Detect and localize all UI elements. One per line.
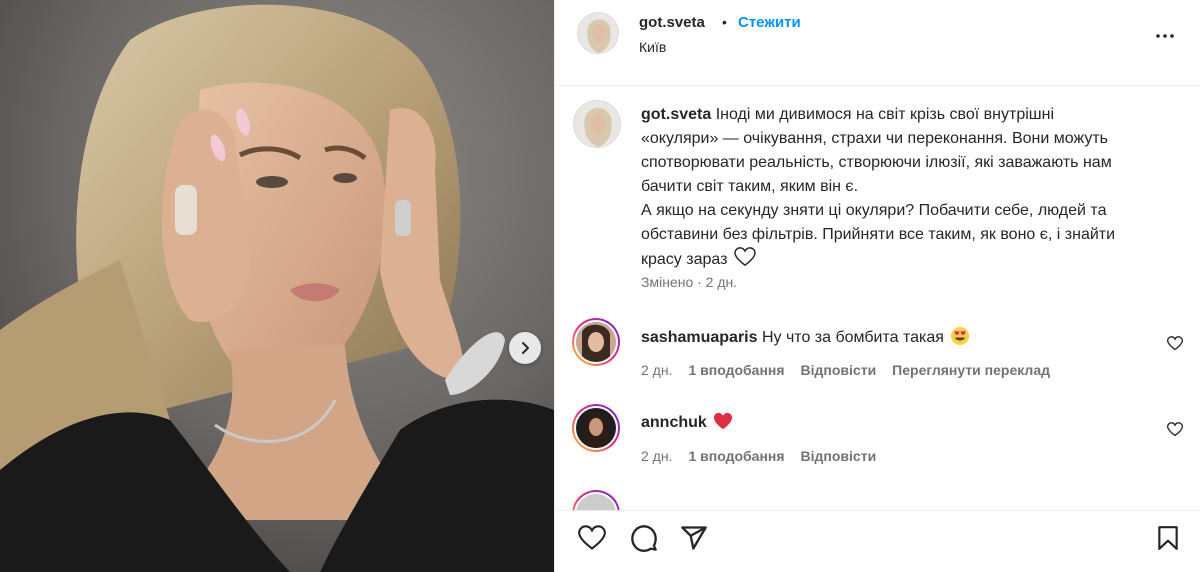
like-button[interactable]	[577, 523, 607, 553]
post-side-panel: got.sveta • Стежити Київ got.sveta Іноді…	[554, 0, 1200, 572]
comment-username[interactable]: sashamuaparis	[641, 329, 758, 346]
red-heart-emoji-icon	[714, 412, 733, 430]
comment-time[interactable]: 2 дн.	[641, 448, 672, 464]
author-username[interactable]: got.sveta	[639, 14, 705, 31]
comment-like-button[interactable]	[1166, 422, 1184, 438]
caption-text: got.sveta Іноді ми дивимося на світ кріз…	[641, 103, 1121, 272]
post-media[interactable]	[0, 0, 554, 572]
post-location[interactable]: Київ	[639, 39, 666, 55]
heart-outline-icon	[1166, 422, 1184, 437]
comment-text: sashamuaparis Ну что за бомбита такая	[641, 326, 970, 349]
caption-username[interactable]: got.sveta	[641, 106, 711, 123]
comment-item: annchuk 2 дн. 1 вподобання Відповісти	[555, 404, 1200, 484]
follow-button[interactable]: Стежити	[738, 14, 801, 31]
reply-button[interactable]: Відповісти	[801, 448, 877, 464]
more-horizontal-icon	[1156, 34, 1174, 38]
caption-body: Іноді ми дивимося на світ крізь свої вну…	[641, 106, 1112, 195]
heart-outline-icon	[578, 525, 606, 550]
commenter-avatar[interactable]	[572, 490, 620, 510]
comment-icon	[631, 525, 657, 552]
more-options-button[interactable]	[1153, 24, 1177, 48]
comment-likes[interactable]: 1 вподобання	[688, 362, 784, 378]
author-avatar[interactable]	[577, 12, 619, 54]
separator-dot: •	[722, 14, 727, 30]
share-icon	[681, 526, 707, 550]
save-button[interactable]	[1153, 523, 1183, 553]
comment-actions: 2 дн. 1 вподобання Відповісти	[641, 448, 876, 464]
post-header: got.sveta • Стежити Київ	[555, 0, 1200, 86]
reply-button[interactable]: Відповісти	[801, 362, 877, 378]
post-photo	[0, 0, 554, 572]
heart-eyes-emoji-icon	[951, 327, 970, 345]
caption-meta: Змінено · 2 дн.	[641, 274, 738, 290]
share-button[interactable]	[679, 523, 709, 553]
comment-button[interactable]	[629, 523, 659, 553]
commenter-avatar[interactable]	[572, 318, 620, 366]
comment-item-partial	[555, 490, 1200, 510]
next-photo-button[interactable]	[509, 332, 541, 364]
heart-outline-icon	[734, 247, 756, 267]
comment-body: Ну что за бомбита такая	[761, 329, 944, 346]
caption-author-avatar[interactable]	[573, 100, 621, 148]
comment-username[interactable]: annchuk	[641, 414, 707, 431]
bookmark-icon	[1158, 526, 1178, 550]
comment-text: annchuk	[641, 412, 733, 434]
comment-likes[interactable]: 1 вподобання	[688, 448, 784, 464]
comment-actions: 2 дн. 1 вподобання Відповісти Переглянут…	[641, 362, 1050, 378]
comment-time[interactable]: 2 дн.	[641, 362, 672, 378]
chevron-right-icon	[522, 342, 529, 354]
caption-body-2: А якщо на секунду зняти ці окуляри? Поба…	[641, 202, 1116, 268]
heart-outline-icon	[1166, 336, 1184, 351]
comment-item: sashamuaparis Ну что за бомбита такая 2 …	[555, 318, 1200, 398]
commenter-avatar[interactable]	[572, 404, 620, 452]
see-translation-button[interactable]: Переглянути переклад	[892, 362, 1050, 378]
comment-like-button[interactable]	[1166, 336, 1184, 352]
post-actions-bar	[555, 510, 1200, 572]
